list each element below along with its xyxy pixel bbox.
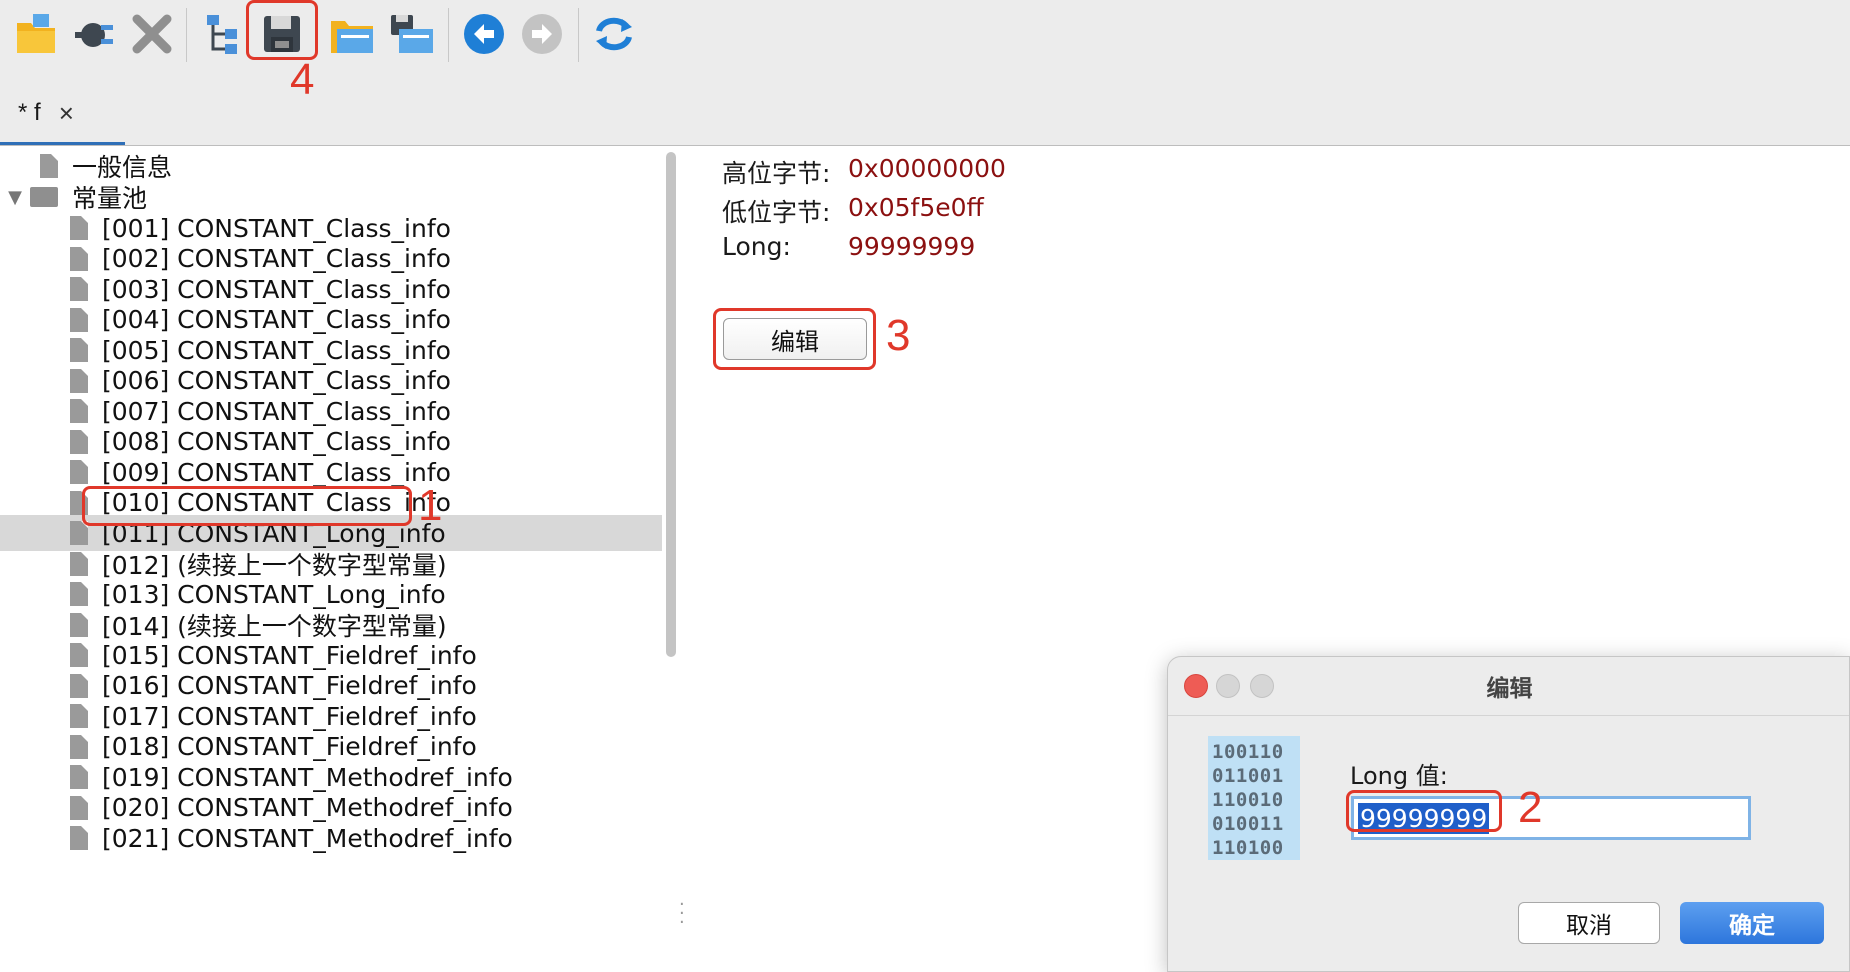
document-icon [70,673,88,698]
toolbar-separator [186,8,187,62]
document-icon [70,795,88,820]
splitter-handle[interactable]: · · · [679,896,685,932]
tab-file[interactable]: * f × [18,96,74,130]
binary-line: 110010 [1212,789,1284,811]
constant-pool-item-label: [020] CONSTANT_Methodref_info [102,793,513,822]
document-icon [70,368,88,393]
binary-line: 011001 [1212,765,1284,787]
ok-button[interactable]: 确定 [1680,902,1824,944]
document-icon [70,338,88,362]
tab-label: * f [18,99,41,126]
close-icon[interactable] [122,6,182,62]
long-value: 99999999 [848,232,976,261]
binary-line: 100110 [1212,741,1284,763]
plugin-icon[interactable] [64,6,124,62]
document-icon [70,643,88,667]
open-file-icon[interactable] [6,6,66,62]
constant-pool-item-label: [007] CONSTANT_Class_info [102,396,451,426]
constant-pool-item-label: [005] CONSTANT_Class_info [102,335,451,365]
binary-data-icon: 100110 011001 110010 010011 110100 [1208,736,1300,860]
annotation-box-2 [1346,790,1502,832]
open-folder-icon[interactable] [322,6,382,62]
back-arrow-icon[interactable] [454,6,514,62]
low-bytes-value: 0x05f5e0ff [848,193,984,222]
high-bytes-label: 高位字节: [722,159,831,188]
constant-pool-item-label: [018] CONSTANT_Fieldref_info [102,732,477,761]
constant-pool-tree: 一般信息 ▼ 常量池 [001] CONSTANT_Class_info [002… [0,148,662,972]
high-bytes-value: 0x00000000 [848,154,1006,183]
app-window: 4 * f × 一般信息 ▼ 常量池 [001] CONSTANT_Class_… [0,0,1850,972]
tree-scrollbar[interactable] [666,152,676,657]
document-icon [70,582,88,606]
constant-pool-item-label: [021] CONSTANT_Methodref_info [102,823,513,853]
document-icon [70,307,88,332]
long-value-label: Long 值: [1350,762,1448,790]
document-icon [70,734,88,759]
annotation-number-2: 2 [1518,783,1543,832]
low-bytes-row: 低位字节: 0x05f5e0ff [722,193,984,229]
save-as-icon[interactable] [382,6,442,62]
constant-pool-item[interactable]: [021] CONSTANT_Methodref_info [0,820,662,856]
refresh-icon[interactable] [584,6,644,62]
tree-structure-icon[interactable] [194,6,254,62]
constant-pool-item-label: [013] CONSTANT_Long_info [102,579,446,609]
constant-pool-item-label: [001] CONSTANT_Class_info [102,213,451,243]
annotation-number-3: 3 [886,311,911,360]
dialog-body: 100110 011001 110010 010011 110100 Long … [1168,715,1849,971]
constant-pool-item-label: [009] CONSTANT_Class_info [102,457,451,487]
forward-arrow-icon[interactable] [512,6,572,62]
document-icon [70,612,88,637]
constant-pool-item-label: [019] CONSTANT_Methodref_info [102,762,513,792]
tab-divider [0,145,1850,146]
annotation-number-1: 1 [418,481,443,530]
annotation-box-3 [713,308,876,370]
constant-pool-item-label: [006] CONSTANT_Class_info [102,366,451,395]
long-row: Long: 99999999 [722,232,975,261]
document-icon [70,277,88,301]
binary-line: 110100 [1212,837,1284,859]
constant-pool-item-label: [002] CONSTANT_Class_info [102,244,451,273]
document-icon [40,154,58,178]
low-bytes-label: 低位字节: [722,198,831,227]
document-icon [70,765,88,789]
expand-arrow-icon[interactable]: ▼ [0,187,30,208]
constant-pool-item-label: [004] CONSTANT_Class_info [102,305,451,334]
document-icon [70,704,88,728]
dialog-title: 编辑 [1486,676,1533,702]
document-icon [70,399,88,423]
document-icon [70,216,88,240]
annotation-box-1 [82,486,412,526]
toolbar-separator [578,8,579,62]
high-bytes-row: 高位字节: 0x00000000 [722,154,1006,190]
toolbar-separator [448,8,449,62]
tab-close-icon[interactable]: × [59,98,74,129]
toolbar: 4 * f × [0,0,1850,146]
document-icon [70,246,88,271]
document-icon [70,826,88,850]
document-icon [70,551,88,576]
binary-line: 010011 [1212,813,1284,835]
folder-icon [30,187,58,207]
annotation-box-4 [246,0,318,60]
document-icon [70,460,88,484]
cancel-button[interactable]: 取消 [1518,902,1660,944]
constant-pool-item-label: [016] CONSTANT_Fieldref_info [102,671,477,700]
constant-pool-item-label: [015] CONSTANT_Fieldref_info [102,640,477,670]
annotation-number-4: 4 [290,55,315,104]
constant-pool-item-label: [017] CONSTANT_Fieldref_info [102,701,477,731]
long-label: Long: [722,232,791,261]
constant-pool-item-label: [008] CONSTANT_Class_info [102,427,451,456]
document-icon [70,429,88,454]
edit-dialog: 编辑 100110 011001 110010 010011 110100 Lo… [1167,656,1850,972]
constant-pool-item-label: [003] CONSTANT_Class_info [102,274,451,304]
